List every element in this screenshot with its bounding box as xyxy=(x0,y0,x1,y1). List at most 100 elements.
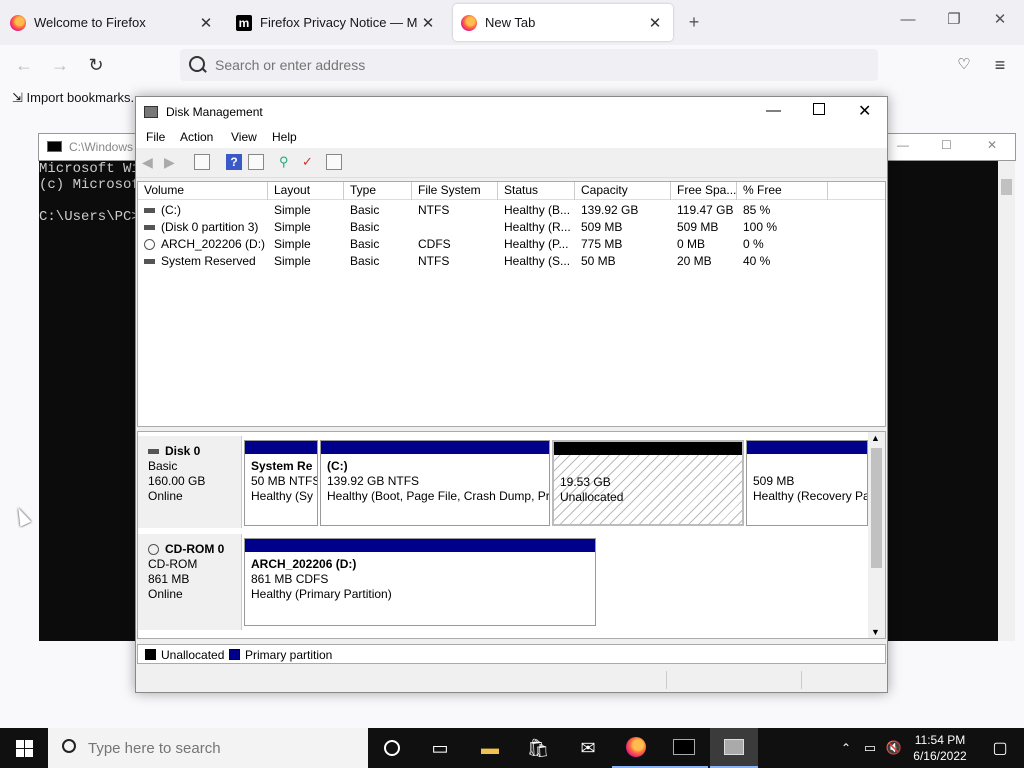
menu-file[interactable]: File xyxy=(146,130,165,144)
close-icon[interactable]: ✕ xyxy=(987,138,997,152)
partition-system-reserved[interactable]: System Re 50 MB NTFS Healthy (Sy xyxy=(244,440,318,526)
volume-fs: NTFS xyxy=(418,203,450,217)
volume-row[interactable]: (C:) Simple Basic NTFS Healthy (B... 139… xyxy=(138,202,885,219)
maximize-icon[interactable]: ☐ xyxy=(941,138,952,152)
partition-status: Healthy (Recovery Pa xyxy=(753,489,868,503)
tab-welcome[interactable]: Welcome to Firefox ✕ xyxy=(2,4,224,41)
taskbar-search[interactable] xyxy=(48,728,368,768)
task-view-icon[interactable]: ▭ xyxy=(416,728,464,768)
primary-bar xyxy=(747,441,867,454)
close-tab-icon[interactable]: ✕ xyxy=(196,14,216,32)
col-percent-free[interactable]: % Free xyxy=(737,182,828,200)
scroll-thumb[interactable] xyxy=(1001,179,1012,195)
help-icon[interactable]: ? xyxy=(226,154,242,170)
mail-icon[interactable]: ✉ xyxy=(564,728,612,768)
volume-free: 119.47 GB xyxy=(677,203,734,217)
partition-d[interactable]: ARCH_202206 (D:) 861 MB CDFS Healthy (Pr… xyxy=(244,538,596,626)
partition-size: 19.53 GB xyxy=(560,475,611,489)
system-clock[interactable]: 11:54 PM 6/16/2022 xyxy=(908,732,972,764)
start-button[interactable] xyxy=(0,728,48,768)
close-tab-icon[interactable]: ✕ xyxy=(645,14,665,32)
check-icon[interactable]: ✓ xyxy=(302,154,318,170)
firefox-taskbar-icon[interactable] xyxy=(612,728,660,768)
cdrom-0-label[interactable]: CD-ROM 0 CD-ROM 861 MB Online xyxy=(138,534,242,630)
partition-c[interactable]: (C:) 139.92 GB NTFS Healthy (Boot, Page … xyxy=(320,440,550,526)
file-explorer-icon[interactable]: ▬ xyxy=(466,728,514,768)
store-icon[interactable]: 🛍 xyxy=(514,728,562,768)
menu-view[interactable]: View xyxy=(231,130,257,144)
terminal-icon[interactable] xyxy=(660,728,708,768)
scroll-thumb[interactable] xyxy=(871,448,882,568)
maximize-icon[interactable] xyxy=(813,103,825,115)
minimize-icon[interactable]: — xyxy=(898,10,918,30)
connect-icon[interactable]: ⚲ xyxy=(279,154,295,170)
back-icon[interactable]: ◀ xyxy=(142,154,158,170)
tab-privacy-notice[interactable]: m Firefox Privacy Notice — Mozill ✕ xyxy=(228,4,446,41)
scroll-up-icon[interactable]: ▲ xyxy=(871,433,880,443)
forward-arrow-icon[interactable]: → xyxy=(50,55,70,75)
volume-row[interactable]: System Reserved Simple Basic NTFS Health… xyxy=(138,253,885,270)
menu-action[interactable]: Action xyxy=(180,130,213,144)
menu-help[interactable]: Help xyxy=(272,130,297,144)
minimize-icon[interactable]: — xyxy=(897,138,909,152)
scroll-down-icon[interactable]: ▼ xyxy=(871,627,880,637)
close-icon[interactable]: ✕ xyxy=(990,10,1010,30)
notification-icon[interactable]: ▢ xyxy=(976,728,1024,768)
volume-muted-icon[interactable]: 🔇 xyxy=(882,728,906,768)
console-scrollbar[interactable] xyxy=(998,161,1015,641)
volume-free: 0 MB xyxy=(677,237,706,251)
col-type[interactable]: Type xyxy=(344,182,412,200)
volume-layout: Simple xyxy=(274,220,311,234)
col-free-space[interactable]: Free Spa... xyxy=(671,182,737,200)
graph-scrollbar[interactable]: ▲ ▼ xyxy=(868,432,885,638)
partition-unallocated[interactable]: 19.53 GB Unallocated xyxy=(552,440,744,526)
forward-icon[interactable]: ▶ xyxy=(164,154,180,170)
import-bookmarks-link[interactable]: ⇲ Import bookmarks... xyxy=(12,90,141,106)
col-layout[interactable]: Layout xyxy=(268,182,344,200)
col-capacity[interactable]: Capacity xyxy=(575,182,671,200)
disk-name: Disk 0 xyxy=(165,444,201,458)
reload-icon[interactable]: ↻ xyxy=(86,55,106,75)
network-icon[interactable]: ▭ xyxy=(858,728,882,768)
volume-icon xyxy=(144,259,155,265)
taskbar-search-input[interactable] xyxy=(88,738,358,758)
col-volume[interactable]: Volume xyxy=(138,182,268,200)
volume-fs: NTFS xyxy=(418,254,450,268)
legend: Unallocated Primary partition xyxy=(137,644,886,664)
volume-list[interactable]: Volume Layout Type File System Status Ca… xyxy=(137,181,886,427)
tab-title: Welcome to Firefox xyxy=(34,15,146,30)
disk-management-taskbar-icon[interactable] xyxy=(710,728,758,768)
menu-icon[interactable]: ≡ xyxy=(990,55,1010,75)
address-bar[interactable] xyxy=(180,49,878,81)
partition-recovery[interactable]: 509 MB Healthy (Recovery Pa xyxy=(746,440,868,526)
url-input[interactable] xyxy=(215,55,815,75)
partition-status: Healthy (Sy xyxy=(251,489,314,503)
back-arrow-icon[interactable]: ← xyxy=(14,55,34,75)
cortana-icon[interactable] xyxy=(368,728,416,768)
list-icon[interactable] xyxy=(326,154,342,170)
new-tab-button[interactable]: + xyxy=(684,12,704,32)
close-icon[interactable]: ✕ xyxy=(858,101,871,121)
disk-graphical-view: Disk 0 Basic 160.00 GB Online System Re … xyxy=(137,431,886,639)
restore-icon[interactable]: ❐ xyxy=(944,10,964,30)
properties-icon[interactable] xyxy=(248,154,264,170)
chevron-up-icon[interactable]: ⌃ xyxy=(834,728,858,768)
close-tab-icon[interactable]: ✕ xyxy=(418,14,438,32)
dm-menu-bar: File Action View Help xyxy=(136,127,887,148)
mouse-cursor xyxy=(12,505,32,527)
volume-fs xyxy=(412,219,498,236)
disk-0-label[interactable]: Disk 0 Basic 160.00 GB Online xyxy=(138,436,242,528)
minimize-icon[interactable]: — xyxy=(766,102,781,119)
col-status[interactable]: Status xyxy=(498,182,575,200)
tab-new-tab[interactable]: New Tab ✕ xyxy=(453,4,673,41)
volume-row[interactable]: (Disk 0 partition 3) Simple Basic Health… xyxy=(138,219,885,236)
col-file-system[interactable]: File System xyxy=(412,182,498,200)
firefox-icon xyxy=(461,14,477,31)
partition-status: Healthy (Primary Partition) xyxy=(251,587,392,601)
show-hide-tree-icon[interactable] xyxy=(194,154,210,170)
dm-title: Disk Management xyxy=(166,105,263,119)
volume-row[interactable]: ARCH_202206 (D:) Simple Basic CDFS Healt… xyxy=(138,236,885,253)
volume-capacity: 139.92 GB xyxy=(581,203,639,217)
dm-title-bar[interactable]: Disk Management — ✕ xyxy=(136,97,887,127)
pocket-icon[interactable]: ♡ xyxy=(954,55,974,75)
